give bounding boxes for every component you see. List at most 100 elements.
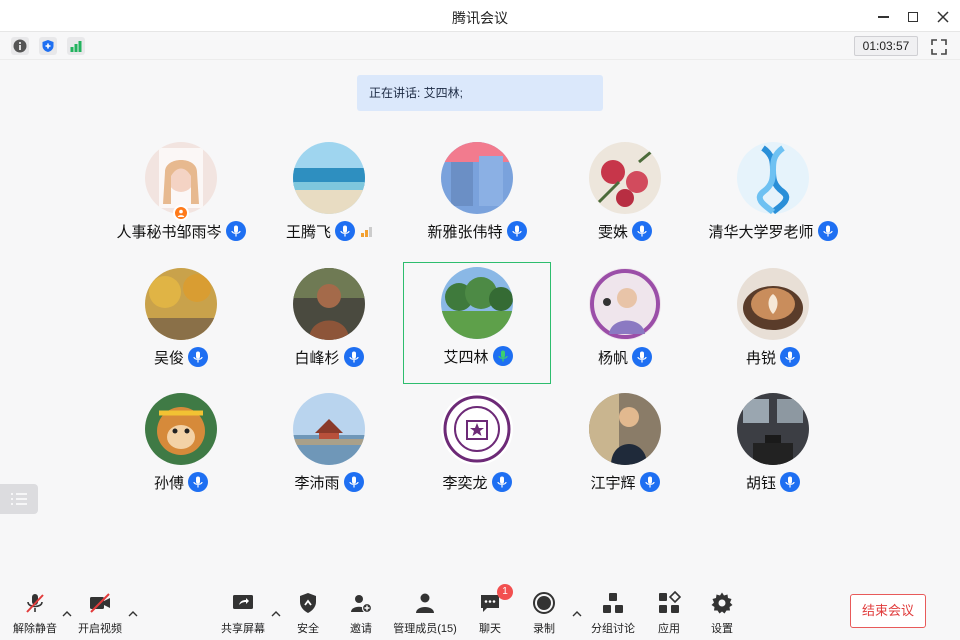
participant-name: 冉锐 [745, 349, 776, 367]
avatar [589, 393, 661, 465]
share-screen-button[interactable]: 共享屏幕 [218, 590, 268, 638]
participant-tile[interactable]: 雯姝 [551, 136, 699, 258]
participant-tile[interactable]: 李沛雨 [255, 387, 403, 509]
unmute-label: 解除静音 [13, 623, 57, 635]
participant-name: 白峰杉 [294, 349, 340, 367]
manage-members-label: 管理成员(15) [393, 623, 457, 635]
sidebar-toggle-button[interactable] [0, 484, 38, 514]
status-row: 01:03:57 [0, 32, 960, 60]
security-label: 安全 [297, 623, 319, 635]
avatar [145, 142, 217, 214]
close-button[interactable] [932, 6, 954, 28]
avatar [589, 268, 661, 340]
signal-icon[interactable] [67, 37, 85, 55]
microphone-icon [780, 472, 800, 492]
microphone-icon [188, 347, 208, 367]
participant-tile[interactable]: 江宇辉 [551, 387, 699, 509]
chevron-up-icon [128, 611, 138, 617]
list-icon [11, 493, 27, 505]
microphone-icon [506, 221, 527, 241]
participant-tile[interactable]: 王腾飞 [255, 136, 403, 258]
record-icon [533, 592, 555, 614]
host-badge-icon [173, 205, 189, 221]
avatar [737, 142, 809, 214]
chevron-up-icon [271, 611, 281, 617]
maximize-button[interactable] [902, 6, 924, 28]
chevron-up-icon [572, 611, 582, 617]
participant-tile[interactable]: 李奕龙 [403, 387, 551, 509]
shield-icon [300, 593, 316, 613]
camera-off-icon [90, 593, 110, 613]
end-meeting-button[interactable]: 结束会议 [850, 594, 926, 628]
participant-name: 王腾飞 [285, 223, 331, 241]
avatar [737, 268, 809, 340]
info-icon[interactable] [11, 37, 29, 55]
microphone-icon [632, 347, 652, 367]
meeting-timer: 01:03:57 [854, 36, 918, 56]
share-options-button[interactable] [271, 606, 281, 617]
record-button[interactable]: 录制 [526, 590, 562, 638]
microphone-icon [343, 347, 364, 367]
minimize-button[interactable] [872, 6, 894, 28]
participant-name: 孙傅 [153, 474, 184, 492]
avatar [737, 393, 809, 465]
speaking-banner: 正在讲话: 艾四林; [357, 75, 603, 111]
apps-button[interactable]: 应用 [651, 590, 687, 638]
participant-name: 李奕龙 [442, 474, 488, 492]
minimize-icon [877, 16, 889, 18]
avatar [293, 268, 365, 340]
participant-name: 艾四林 [443, 348, 489, 366]
unmute-button[interactable]: 解除静音 [10, 590, 60, 638]
microphone-icon [335, 221, 355, 241]
add-user-icon [351, 595, 373, 614]
settings-button[interactable]: 设置 [704, 590, 740, 638]
participant-tile[interactable]: 胡钰 [699, 387, 847, 509]
participant-tile[interactable]: 冉锐 [699, 262, 847, 384]
start-video-button[interactable]: 开启视频 [74, 590, 126, 638]
gear-icon [711, 592, 733, 614]
participant-tile[interactable]: 白峰杉 [255, 262, 403, 384]
participant-name: 雯姝 [597, 223, 628, 241]
avatar [293, 142, 365, 214]
microphone-icon [188, 472, 208, 492]
share-screen-label: 共享屏幕 [221, 623, 265, 635]
participant-tile-active-speaker[interactable]: 艾四林 [403, 262, 551, 384]
record-options-button[interactable] [572, 606, 582, 617]
maximize-icon [908, 12, 918, 22]
chat-button[interactable]: 1 聊天 [472, 584, 513, 638]
participant-tile[interactable]: 吴俊 [107, 262, 255, 384]
microphone-icon [639, 472, 660, 492]
weak-signal-icon [361, 225, 372, 237]
participant-name: 清华大学罗老师 [708, 223, 814, 241]
participant-name: 杨帆 [597, 349, 628, 367]
invite-button[interactable]: 邀请 [343, 590, 379, 638]
start-video-label: 开启视频 [78, 623, 122, 635]
window-title: 腾讯会议 [452, 10, 508, 26]
participant-name: 新雅张伟特 [427, 223, 503, 241]
participant-name: 胡钰 [745, 474, 776, 492]
breakout-rooms-button[interactable]: 分组讨论 [588, 590, 638, 638]
participant-tile[interactable]: 人事秘书邹雨岑 [107, 136, 255, 258]
participant-name: 人事秘书邹雨岑 [116, 223, 222, 241]
record-label: 录制 [533, 623, 555, 635]
video-options-button[interactable] [128, 606, 138, 617]
apps-label: 应用 [658, 623, 680, 635]
avatar [145, 268, 217, 340]
audio-options-button[interactable] [62, 606, 72, 617]
breakout-rooms-label: 分组讨论 [591, 623, 635, 635]
microphone-icon [780, 347, 800, 367]
shield-icon[interactable] [39, 37, 57, 55]
chat-unread-badge: 1 [497, 584, 513, 600]
participant-tile[interactable]: 杨帆 [551, 262, 699, 384]
participant-tile[interactable]: 孙傅 [107, 387, 255, 509]
apps-icon [659, 591, 681, 613]
manage-members-button[interactable]: 管理成员(15) [390, 590, 460, 638]
fullscreen-button[interactable] [930, 38, 948, 56]
invite-label: 邀请 [350, 623, 372, 635]
microphone-icon [343, 472, 364, 492]
security-button[interactable]: 安全 [290, 590, 326, 638]
participant-tile[interactable]: 新雅张伟特 [403, 136, 551, 258]
microphone-icon [225, 221, 246, 241]
participant-tile[interactable]: 清华大学罗老师 [699, 136, 847, 258]
avatar [441, 267, 513, 339]
